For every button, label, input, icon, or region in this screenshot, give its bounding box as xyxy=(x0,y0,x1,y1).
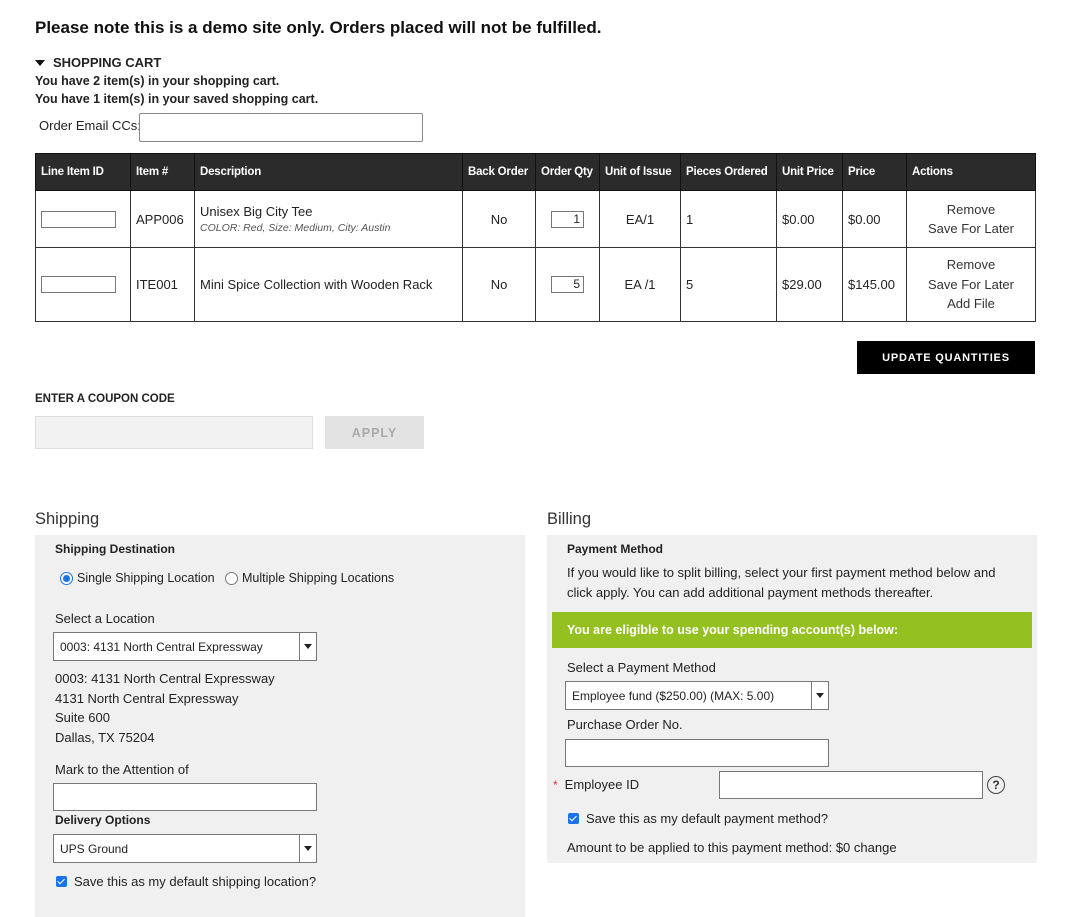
caret-down-icon xyxy=(35,59,45,66)
shopping-cart-toggle[interactable]: SHOPPING CART xyxy=(35,55,161,70)
item-number: ITE001 xyxy=(130,247,195,322)
required-asterisk: * xyxy=(553,777,558,792)
apply-coupon-button[interactable]: APPLY xyxy=(325,416,424,449)
line-item-id-input[interactable] xyxy=(41,276,116,293)
address-line: Suite 600 xyxy=(55,710,110,725)
shipping-destination-label: Shipping Destination xyxy=(55,542,175,556)
select-payment-method-label: Select a Payment Method xyxy=(567,660,716,675)
employee-id-label: Employee ID xyxy=(564,777,640,792)
amount-applied-text: Amount to be applied to this payment met… xyxy=(567,840,851,855)
multiple-shipping-option[interactable]: Multiple Shipping Locations xyxy=(225,571,394,585)
default-payment-option[interactable]: Save this as my default payment method? xyxy=(568,811,828,826)
purchase-order-input[interactable] xyxy=(565,739,829,767)
unit-price: $0.00 xyxy=(776,190,843,248)
delivery-options-label: Delivery Options xyxy=(55,813,151,827)
delivery-options-value: UPS Ground xyxy=(60,841,129,856)
chevron-down-icon xyxy=(299,835,316,862)
location-select-value: 0003: 4131 North Central Expressway xyxy=(60,639,263,654)
save-for-later-link[interactable]: Save For Later xyxy=(912,275,1030,295)
back-order: No xyxy=(462,247,536,322)
select-location-label: Select a Location xyxy=(55,611,155,626)
column-header-order-qty: Order Qty xyxy=(535,153,600,191)
billing-title: Billing xyxy=(547,510,592,528)
column-header-description: Description xyxy=(194,153,463,191)
help-icon[interactable]: ? xyxy=(987,776,1005,794)
shipping-title: Shipping xyxy=(35,510,100,528)
item-number: APP006 xyxy=(130,190,195,248)
item-options: COLOR: Red, Size: Medium, City: Austin xyxy=(200,222,391,234)
eligible-banner: You are eligible to use your spending ac… xyxy=(552,612,1032,648)
unit-price: $29.00 xyxy=(776,247,843,322)
cart-table: Line Item ID Item # Description Back Ord… xyxy=(35,153,1036,322)
price: $0.00 xyxy=(842,190,907,248)
column-header-unit-of-issue: Unit of Issue xyxy=(599,153,681,191)
add-file-link[interactable]: Add File xyxy=(912,294,1030,314)
attention-input[interactable] xyxy=(53,783,317,811)
multiple-shipping-radio[interactable] xyxy=(225,571,238,585)
address-line: Dallas, TX 75204 xyxy=(55,729,155,745)
payment-method-select[interactable]: Employee fund ($250.00) (MAX: 5.00) xyxy=(565,681,829,710)
unit-of-issue: EA /1 xyxy=(599,247,681,322)
column-header-unit-price: Unit Price xyxy=(776,153,843,191)
single-shipping-label: Single Shipping Location xyxy=(77,571,215,585)
table-row: APP006 Unisex Big City Tee COLOR: Red, S… xyxy=(35,190,1036,248)
default-payment-checkbox[interactable] xyxy=(568,813,579,824)
column-header-back-order: Back Order xyxy=(462,153,536,191)
price: $145.00 xyxy=(842,247,907,322)
column-header-actions: Actions xyxy=(906,153,1036,191)
unit-of-issue: EA/1 xyxy=(599,190,681,248)
attention-label: Mark to the Attention of xyxy=(55,762,189,777)
amount-applied-line: Amount to be applied to this payment met… xyxy=(567,840,897,855)
chevron-down-icon xyxy=(299,633,316,660)
coupon-heading: ENTER A COUPON CODE xyxy=(35,393,175,405)
demo-notice: Please note this is a demo site only. Or… xyxy=(35,18,602,37)
split-billing-text: If you would like to split billing, sele… xyxy=(567,565,996,600)
chevron-down-icon xyxy=(811,682,828,709)
line-item-id-input[interactable] xyxy=(41,210,116,228)
order-qty-input[interactable]: 1 xyxy=(551,210,584,228)
default-shipping-option[interactable]: Save this as my default shipping locatio… xyxy=(56,874,316,889)
change-link[interactable]: change xyxy=(854,840,897,855)
save-for-later-link[interactable]: Save For Later xyxy=(912,219,1030,239)
item-description: Mini Spice Collection with Wooden Rack xyxy=(200,277,433,292)
multiple-shipping-label: Multiple Shipping Locations xyxy=(242,571,395,585)
default-payment-label: Save this as my default payment method? xyxy=(586,811,829,826)
employee-id-input[interactable] xyxy=(719,771,983,799)
remove-link[interactable]: Remove xyxy=(912,200,1030,220)
shipping-address: 0003: 4131 North Central Expressway 4131… xyxy=(55,669,275,747)
single-shipping-radio[interactable] xyxy=(60,571,73,585)
delivery-options-select[interactable]: UPS Ground xyxy=(53,834,317,863)
pieces-ordered: 1 xyxy=(680,190,777,248)
remove-link[interactable]: Remove xyxy=(912,255,1030,275)
order-qty-input[interactable]: 5 xyxy=(551,276,584,293)
shopping-cart-toggle-label: SHOPPING CART xyxy=(53,55,162,70)
update-quantities-button[interactable]: UPDATE QUANTITIES xyxy=(857,341,1035,374)
cart-table-header: Line Item ID Item # Description Back Ord… xyxy=(35,153,1036,191)
employee-id-label-group: * Employee ID xyxy=(553,777,639,792)
back-order: No xyxy=(462,190,536,248)
table-row: ITE001 Mini Spice Collection with Wooden… xyxy=(35,247,1036,322)
order-email-cc-label: Order Email CCs: xyxy=(39,118,141,133)
coupon-code-input[interactable] xyxy=(35,416,313,449)
column-header-line-item-id: Line Item ID xyxy=(35,153,131,191)
payment-method-value: Employee fund ($250.00) (MAX: 5.00) xyxy=(572,688,775,703)
item-description: Unisex Big City Tee xyxy=(200,204,313,219)
location-select[interactable]: 0003: 4131 North Central Expressway xyxy=(53,632,317,661)
cart-count-text: You have 2 item(s) in your shopping cart… xyxy=(35,74,280,88)
column-header-item-number: Item # xyxy=(130,153,195,191)
default-shipping-label: Save this as my default shipping locatio… xyxy=(74,874,317,889)
column-header-price: Price xyxy=(842,153,907,191)
payment-method-label: Payment Method xyxy=(567,542,664,556)
purchase-order-label: Purchase Order No. xyxy=(567,717,683,732)
column-header-pieces-ordered: Pieces Ordered xyxy=(680,153,777,191)
default-shipping-checkbox[interactable] xyxy=(56,876,67,887)
saved-cart-count-text: You have 1 item(s) in your saved shoppin… xyxy=(35,92,319,106)
address-line: 0003: 4131 North Central Expressway xyxy=(55,671,275,686)
order-email-cc-input[interactable] xyxy=(139,113,423,142)
single-shipping-option[interactable]: Single Shipping Location xyxy=(60,571,215,585)
pieces-ordered: 5 xyxy=(680,247,777,322)
address-line: 4131 North Central Expressway xyxy=(55,690,239,706)
